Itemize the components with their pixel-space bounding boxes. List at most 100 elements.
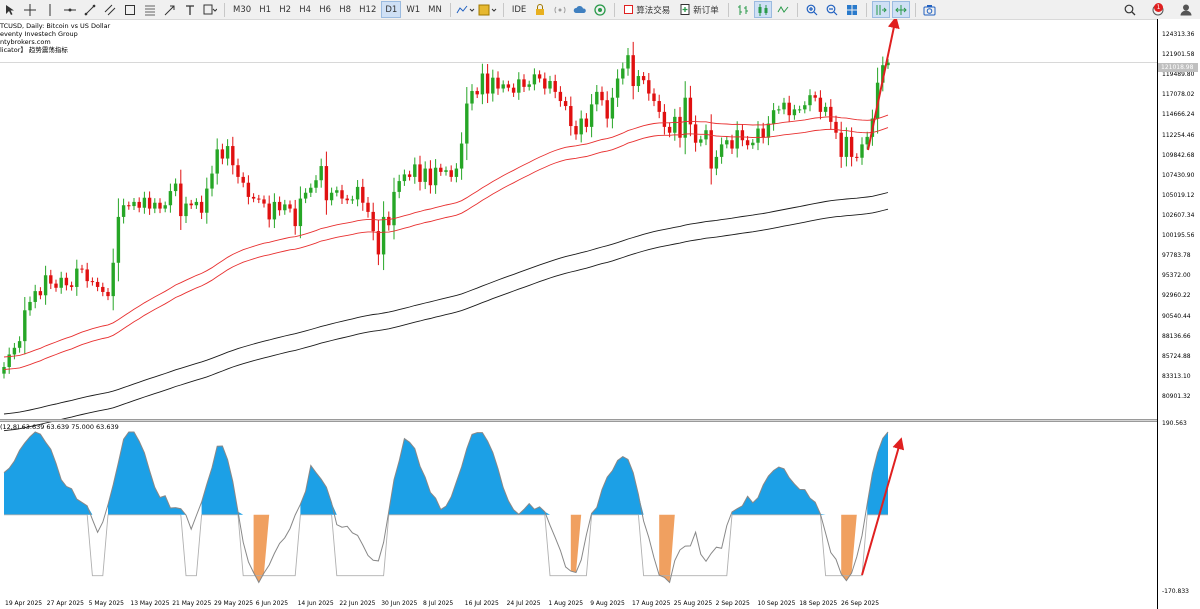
shapes-icon[interactable] — [121, 1, 139, 18]
cloud-icon[interactable] — [571, 1, 589, 18]
oscillator-axis-max: 190.563 — [1162, 420, 1187, 427]
candle-body — [376, 231, 381, 255]
market-icon[interactable] — [591, 1, 609, 18]
bar-chart-icon[interactable] — [734, 1, 752, 18]
stop-icon — [624, 5, 634, 14]
right-toolbar: 1 — [1120, 0, 1196, 19]
notifications-button[interactable]: 1 — [1149, 1, 1167, 18]
arrows-icon[interactable] — [161, 1, 179, 18]
candle-body — [761, 128, 765, 138]
price-axis-label: 95372.00 — [1162, 272, 1191, 280]
candle-body — [173, 183, 178, 192]
crosshair-icon[interactable] — [21, 1, 39, 18]
auto-scroll-icon[interactable] — [871, 1, 890, 18]
signal-icon[interactable] — [551, 1, 569, 18]
candle-body — [80, 268, 84, 270]
candle-body — [59, 277, 63, 288]
candle-body — [75, 268, 79, 287]
candle-body — [631, 55, 635, 87]
candle-body — [517, 79, 521, 93]
annotation-arrow-price — [867, 19, 900, 151]
timeframe-h4[interactable]: H4 — [296, 1, 314, 18]
line-chart-icon[interactable] — [774, 1, 792, 18]
timeframe-h6[interactable]: H6 — [316, 1, 334, 18]
candle-body — [288, 204, 292, 209]
candle-body — [803, 105, 807, 110]
moving-average-red-lower — [3, 127, 889, 370]
candle-body — [439, 167, 443, 172]
time-axis-label: 10 Sep 2025 — [757, 600, 796, 607]
candle-body — [636, 76, 641, 87]
tile-windows-icon[interactable] — [843, 1, 861, 18]
time-axis-label: 26 Sep 2025 — [841, 600, 880, 607]
objects-icon[interactable] — [201, 1, 219, 18]
candle-body — [121, 205, 126, 217]
templates-icon[interactable] — [478, 1, 498, 18]
candle-body — [823, 106, 828, 112]
time-axis-label: 9 Aug 2025 — [590, 600, 625, 607]
time-axis-label: 17 Aug 2025 — [632, 600, 671, 607]
price-axis-label: 119489.80 — [1162, 71, 1195, 79]
text-tool-icon[interactable] — [181, 1, 199, 18]
zoom-in-icon[interactable] — [803, 1, 821, 18]
time-axis-label: 8 Jul 2025 — [423, 600, 454, 607]
timeframe-m30[interactable]: M30 — [230, 1, 254, 18]
indicators-icon[interactable] — [456, 1, 476, 18]
cursor-tool-icon[interactable] — [1, 1, 19, 18]
candle-body — [132, 201, 136, 207]
candle-body — [262, 199, 266, 204]
profile-icon[interactable] — [1177, 1, 1195, 18]
candle-body — [574, 126, 578, 135]
candle-body — [267, 203, 271, 220]
candle-body — [17, 341, 22, 348]
chart-canvas[interactable] — [0, 19, 1157, 609]
timeframe-h8[interactable]: H8 — [336, 1, 354, 18]
candle-body — [189, 203, 193, 206]
timeframe-mn[interactable]: MN — [425, 1, 445, 18]
candlestick-chart-icon[interactable] — [753, 1, 772, 18]
candle-body — [303, 192, 308, 199]
oscillator-signal-line — [4, 514, 888, 577]
timeframe-w1[interactable]: W1 — [403, 1, 423, 18]
notification-badge: 1 — [1154, 3, 1163, 12]
pane-divider[interactable] — [0, 419, 1200, 422]
timeframe-h2[interactable]: H2 — [276, 1, 294, 18]
candle-body — [459, 143, 464, 169]
time-axis-label: 13 May 2025 — [130, 600, 170, 607]
screenshot-icon[interactable] — [921, 1, 939, 18]
price-axis[interactable]: 124313.36 121901.58 119489.80 117078.02 1146… — [1157, 19, 1200, 609]
candle-body — [418, 164, 422, 182]
candle-body — [272, 201, 277, 220]
candle-body — [610, 97, 615, 119]
zoom-out-icon[interactable] — [823, 1, 841, 18]
candle-body — [771, 110, 776, 124]
ide-button[interactable]: IDE — [509, 1, 529, 18]
timeframe-h1[interactable]: H1 — [256, 1, 274, 18]
vertical-line-icon[interactable] — [41, 1, 59, 18]
price-axis-label: 114666.24 — [1162, 111, 1195, 119]
price-axis-label: 105019.12 — [1162, 191, 1195, 199]
candle-body — [142, 197, 147, 208]
oscillator-negative-area — [253, 514, 857, 583]
candle-body — [246, 182, 251, 197]
algo-trading-button[interactable]: 算法交易 — [620, 1, 674, 18]
candle-body — [85, 269, 89, 282]
candle-body — [43, 275, 48, 296]
trend-line-icon[interactable] — [81, 1, 99, 18]
candle-body — [849, 136, 854, 157]
channel-icon[interactable] — [101, 1, 119, 18]
timeframe-h12[interactable]: H12 — [356, 1, 379, 18]
time-axis-label: 19 Apr 2025 — [5, 600, 43, 607]
chart-shift-icon[interactable] — [891, 1, 910, 18]
candle-body — [605, 100, 609, 119]
new-order-button[interactable]: 新订单 — [676, 1, 723, 18]
lock-icon[interactable] — [531, 1, 549, 18]
fibonacci-icon[interactable] — [141, 1, 159, 18]
timeframe-d1[interactable]: D1 — [381, 1, 402, 18]
candle-body — [12, 347, 17, 355]
candle-body — [454, 168, 459, 177]
horizontal-line-icon[interactable] — [61, 1, 79, 18]
price-axis-label: 109842.68 — [1162, 151, 1195, 159]
search-icon[interactable] — [1121, 1, 1139, 18]
candle-body — [797, 109, 802, 111]
